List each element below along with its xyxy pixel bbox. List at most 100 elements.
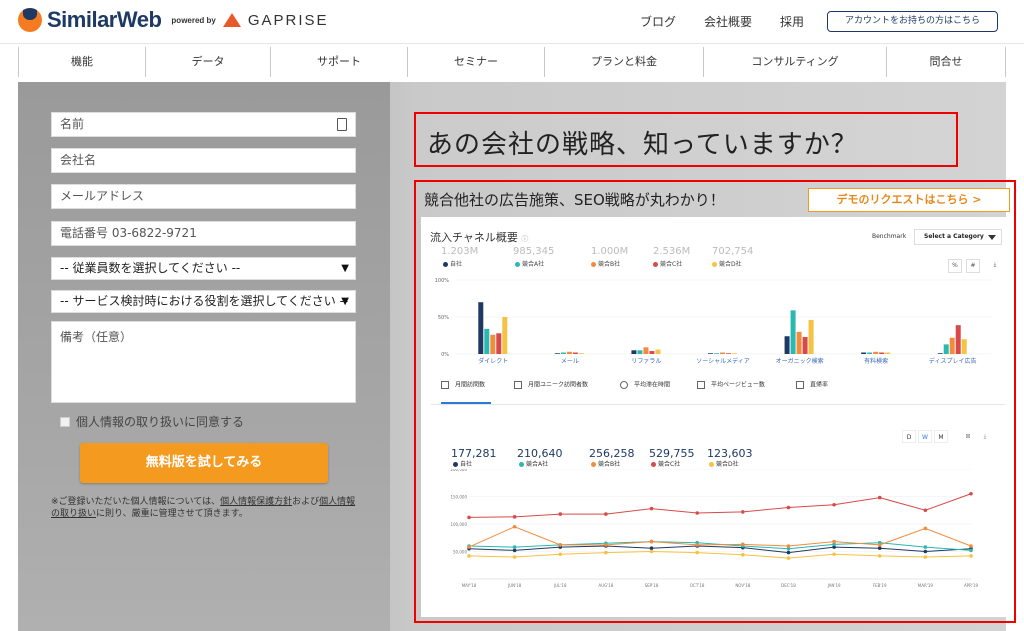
monthly-visits-line-chart: 50,000 100,000 150,000 200,000 MAY'18 JUN'18 J… xyxy=(450,469,979,588)
agree-checkbox[interactable] xyxy=(60,416,70,427)
top-link-recruit[interactable]: 採用 xyxy=(780,13,804,30)
bar xyxy=(566,351,572,354)
demo-request-button[interactable]: デモのリクエストはこちら > xyxy=(808,188,1010,212)
similarweb-logo-icon xyxy=(18,8,42,32)
line-x-tick-label: JUL'18 xyxy=(553,583,567,588)
bar xyxy=(631,350,637,354)
line-point xyxy=(467,545,471,549)
line-x-tick-label: MAY'18 xyxy=(462,583,477,588)
agree-checkbox-row[interactable]: 個人情報の取り扱いに同意する xyxy=(60,413,244,430)
nav-item-pricing[interactable]: プランと料金 xyxy=(544,47,703,77)
line-point xyxy=(969,544,973,548)
nav-item-support[interactable]: サポート xyxy=(270,47,407,77)
bar xyxy=(484,328,490,354)
bar xyxy=(955,325,961,354)
user-icon xyxy=(514,381,522,389)
name-field[interactable]: 名前 xyxy=(51,112,356,137)
account-login-button[interactable]: アカウントをお持ちの方はこちら xyxy=(827,11,998,32)
bar xyxy=(655,349,661,354)
line-point xyxy=(923,508,928,513)
bar-category-label: 有料検索 xyxy=(864,357,888,365)
top-link-blog[interactable]: ブログ xyxy=(640,13,676,30)
tab-avg-duration[interactable]: 平均滞在時間 xyxy=(620,381,670,404)
line-point xyxy=(604,543,608,547)
nav-item-contact[interactable]: 問合せ xyxy=(886,47,1006,77)
tab-avg-pageviews[interactable]: 平均ページビュー数 xyxy=(697,381,765,404)
logo[interactable]: SimilarWeb powered by GAPRISE xyxy=(18,7,329,33)
line-series xyxy=(468,493,972,518)
bar xyxy=(502,317,508,354)
line-x-tick-label: MAR'19 xyxy=(918,583,934,588)
percent-toggle-button[interactable]: % xyxy=(948,259,962,273)
agree-label: 個人情報の取り扱いに同意する xyxy=(76,415,245,429)
nav-item-seminar[interactable]: セミナー xyxy=(407,47,544,77)
line-point xyxy=(512,515,517,519)
bar xyxy=(802,336,808,354)
logo-text: SimilarWeb xyxy=(47,7,162,32)
free-trial-button[interactable]: 無料版を試してみる xyxy=(80,443,328,483)
employees-select[interactable]: -- 従業員数を選択してください -- ▼ xyxy=(51,257,356,280)
bar xyxy=(720,352,725,354)
tab-monthly-visits[interactable]: 月間訪問数 xyxy=(441,381,491,404)
line-point xyxy=(512,545,517,549)
number-toggle-button[interactable]: # xyxy=(966,259,980,273)
line-point xyxy=(923,526,928,531)
bar xyxy=(714,353,719,354)
email-field[interactable]: メールアドレス xyxy=(51,184,356,209)
bar xyxy=(560,352,566,354)
partner-logo-text: GAPRISE xyxy=(247,11,329,29)
bar xyxy=(796,331,802,354)
dropdown-arrow-icon: ▼ xyxy=(341,263,349,274)
benchmark-label: Benchmark xyxy=(872,233,907,240)
line-x-tick-label: NOV'18 xyxy=(735,583,750,588)
line-point xyxy=(877,546,882,550)
line-point xyxy=(649,539,654,544)
remarks-placeholder: 備考（任意） xyxy=(60,330,133,344)
privacy-note: ※ご登録いただいた個人情報については、個人情報保護方針および個人情報の取り扱いに… xyxy=(51,496,361,520)
tab-bounce-rate[interactable]: 直帰率 xyxy=(796,381,828,404)
employees-select-value: -- 従業員数を選択してください -- xyxy=(60,261,241,275)
bar xyxy=(643,347,649,354)
tab-unique-visitors[interactable]: 月間ユニーク訪問者数 xyxy=(514,381,588,404)
bar xyxy=(649,351,655,354)
line-series xyxy=(468,550,972,559)
traffic-channel-bar-chart: 0% 50% 100% ダイレクト メール リファラル ソーシャルメディア オーガニック検索 有… xyxy=(435,278,991,365)
line-point xyxy=(969,554,973,558)
bar-category-label: オーガニック検索 xyxy=(776,357,824,365)
phone-field[interactable]: 電話番号 03-6822-9721 xyxy=(51,221,356,246)
role-select[interactable]: -- サービス検討時における役割を選択してください -- ▼ xyxy=(51,290,356,313)
nav-item-features[interactable]: 機能 xyxy=(18,47,145,77)
excel-export-icon[interactable]: ⊠ xyxy=(961,430,975,443)
line-point xyxy=(558,552,563,557)
bar-y-tick-label: 100% xyxy=(435,278,450,284)
line-x-tick-label: JUN'18 xyxy=(507,583,522,588)
line-point xyxy=(786,505,791,510)
phone-placeholder: 電話番号 03-6822-9721 xyxy=(60,226,197,240)
line-x-tick-label: AUG'18 xyxy=(598,583,613,588)
name-placeholder: 名前 xyxy=(60,117,85,131)
period-week-button[interactable]: W xyxy=(918,430,932,443)
nav-item-data[interactable]: データ xyxy=(145,47,270,77)
line-point xyxy=(786,544,791,548)
nav-item-consulting[interactable]: コンサルティング xyxy=(703,47,886,77)
benchmark-category-select[interactable]: Select a Category xyxy=(914,229,1002,245)
top-link-company[interactable]: 会社概要 xyxy=(704,13,752,30)
period-day-button[interactable]: D xyxy=(902,430,916,443)
privacy-policy-link[interactable]: 個人情報保護方針 xyxy=(220,497,292,507)
line-y-tick-label: 200,000 xyxy=(450,469,467,472)
bar xyxy=(885,352,891,354)
metric-label: 競合B社 xyxy=(591,259,620,268)
line-point xyxy=(512,548,517,553)
download-icon[interactable]: ⤓ xyxy=(978,430,992,443)
company-placeholder: 会社名 xyxy=(60,153,97,167)
period-month-button[interactable]: M xyxy=(934,430,948,443)
remarks-textarea[interactable]: 備考（任意） xyxy=(51,321,356,403)
line-x-tick-label: DEC'18 xyxy=(781,583,796,588)
download-icon[interactable]: ⤓ xyxy=(988,259,1002,273)
gaprise-logo-icon xyxy=(222,13,241,27)
company-field[interactable]: 会社名 xyxy=(51,148,356,173)
metric-label: 競合C社 xyxy=(653,259,682,268)
metric-label: 競合D社 xyxy=(712,259,742,268)
bar xyxy=(949,337,955,354)
metric-value: 2.536M xyxy=(653,246,691,257)
